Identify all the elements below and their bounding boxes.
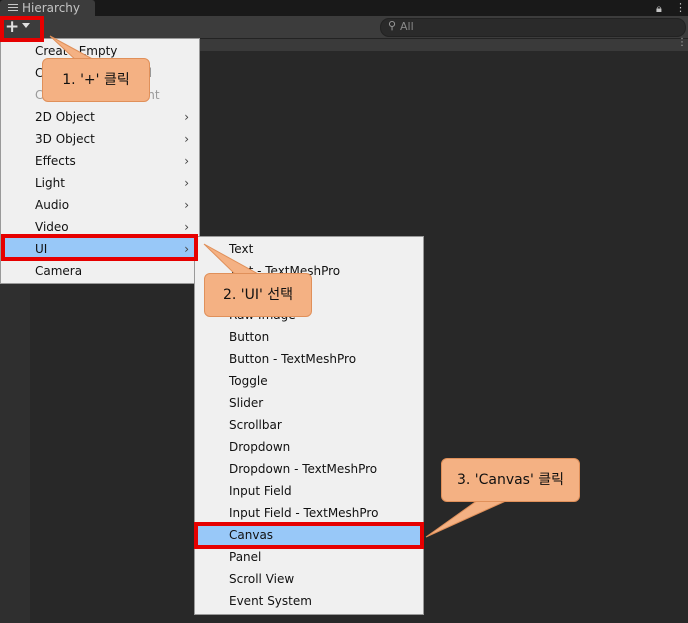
ui-item-label: Button - TextMeshPro <box>229 352 357 366</box>
search-icon: ⚲ <box>388 19 397 32</box>
chevron-right-icon: › <box>184 154 189 168</box>
ui-item-label: Text <box>229 242 254 256</box>
menu-item-label: Light <box>35 176 65 190</box>
menu-item-3d-object[interactable]: 3D Object › <box>1 128 199 150</box>
ui-item-text[interactable]: Text <box>195 238 423 260</box>
hamburger-icon <box>8 4 18 12</box>
ui-item-scrollbar[interactable]: Scrollbar <box>195 414 423 436</box>
chevron-right-icon: › <box>184 198 189 212</box>
ui-item-label: Input Field - TextMeshPro <box>229 506 379 520</box>
chevron-right-icon: › <box>184 176 189 190</box>
callout-step-2: 2. 'UI' 선택 <box>204 273 312 317</box>
ui-item-label: Input Field <box>229 484 292 498</box>
ui-item-label: Toggle <box>229 374 268 388</box>
callout-step-1-text: 1. '+' 클릭 <box>62 72 130 88</box>
menu-item-camera[interactable]: Camera <box>1 260 199 282</box>
ui-item-panel[interactable]: Panel <box>195 546 423 568</box>
ui-item-label: Dropdown - TextMeshPro <box>229 462 378 476</box>
callout-step-1: 1. '+' 클릭 <box>42 58 150 102</box>
ui-item-label: Panel <box>229 550 262 564</box>
ui-item-input-field[interactable]: Input Field <box>195 480 423 502</box>
menu-item-2d-object[interactable]: 2D Object › <box>1 106 199 128</box>
ui-item-toggle[interactable]: Toggle <box>195 370 423 392</box>
window-title: Hierarchy <box>22 1 81 15</box>
menu-item-label: Camera <box>35 264 83 278</box>
menu-item-label: Effects <box>35 154 76 168</box>
callout-step-3-text: 3. 'Canvas' 클릭 <box>456 472 565 488</box>
annotation-box-plus <box>0 16 44 42</box>
lock-icon[interactable]: 🔒︎ <box>656 2 662 16</box>
chevron-right-icon: › <box>184 110 189 124</box>
menu-item-effects[interactable]: Effects › <box>1 150 199 172</box>
ui-item-label: Slider <box>229 396 264 410</box>
callout-step-2-text: 2. 'UI' 선택 <box>222 287 294 303</box>
window-tab-bar <box>0 0 688 16</box>
ui-item-scroll-view[interactable]: Scroll View <box>195 568 423 590</box>
ui-item-label: Scroll View <box>229 572 295 586</box>
ui-item-label: Scrollbar <box>229 418 282 432</box>
callout-step-3: 3. 'Canvas' 클릭 <box>441 458 580 502</box>
annotation-box-canvas <box>194 522 424 549</box>
menu-item-label: Audio <box>35 198 70 212</box>
ui-item-input-field-textmeshpro[interactable]: Input Field - TextMeshPro <box>195 502 423 524</box>
ui-item-label: Dropdown <box>229 440 291 454</box>
ui-item-label: Event System <box>229 594 312 608</box>
ui-item-event-system[interactable]: Event System <box>195 590 423 612</box>
ui-item-dropdown-textmeshpro[interactable]: Dropdown - TextMeshPro <box>195 458 423 480</box>
menu-item-light[interactable]: Light › <box>1 172 199 194</box>
ui-item-button[interactable]: Button <box>195 326 423 348</box>
kebab-icon[interactable]: ⋮ <box>677 37 687 48</box>
ui-item-slider[interactable]: Slider <box>195 392 423 414</box>
search-placeholder: All <box>400 20 414 33</box>
menu-item-label: 2D Object <box>35 110 95 124</box>
ui-item-label: Button <box>229 330 270 344</box>
chevron-right-icon: › <box>184 132 189 146</box>
annotation-box-ui <box>1 234 198 261</box>
kebab-icon[interactable]: ⋮ <box>675 1 686 14</box>
ui-item-button-textmeshpro[interactable]: Button - TextMeshPro <box>195 348 423 370</box>
hierarchy-tab[interactable]: Hierarchy <box>0 0 95 16</box>
search-input[interactable] <box>380 18 686 37</box>
menu-item-label: 3D Object <box>35 132 95 146</box>
ui-item-dropdown[interactable]: Dropdown <box>195 436 423 458</box>
menu-item-audio[interactable]: Audio › <box>1 194 199 216</box>
